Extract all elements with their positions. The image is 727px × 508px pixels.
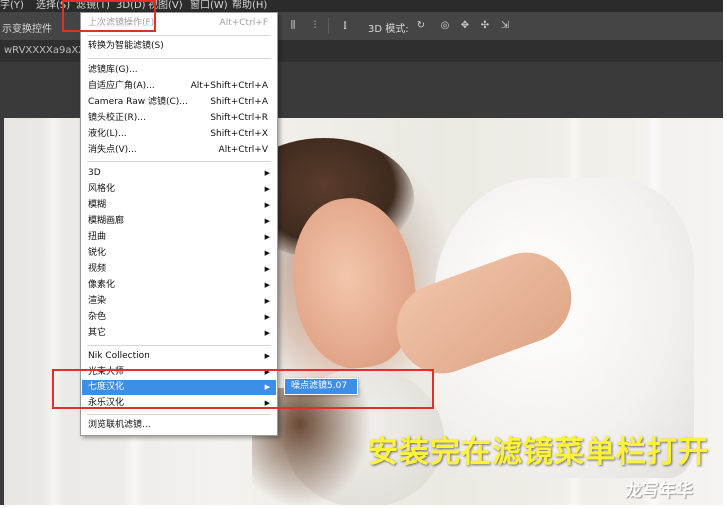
- menu-item-label: 消失点(V)...: [88, 145, 137, 155]
- menu-item-adaptive-wide-angle[interactable]: 自适应广角(A)... Alt+Shift+Ctrl+A: [82, 79, 276, 94]
- divider: [328, 18, 329, 34]
- menu-item-label: 浏览联机滤镜...: [88, 420, 151, 430]
- chevron-right-icon: ▶: [264, 313, 270, 321]
- menu-item-label: 其它: [88, 328, 107, 338]
- menu-item-shortcut: Shift+Ctrl+X: [210, 129, 268, 139]
- menu-item-liquify[interactable]: 液化(L)... Shift+Ctrl+X: [82, 127, 276, 142]
- show-transform-controls-label[interactable]: 示变换控件: [2, 20, 52, 35]
- menu-item-browse-online-filters[interactable]: 浏览联机滤镜...: [82, 418, 276, 433]
- menu-separator: [87, 414, 271, 415]
- distribute-icon[interactable]: ⫶: [310, 21, 320, 31]
- menu-item-nik-collection[interactable]: Nik Collection ▶: [82, 349, 276, 364]
- chevron-right-icon: ▶: [264, 352, 270, 360]
- menu-item-label: 视频: [88, 264, 107, 274]
- 3d-slide-icon[interactable]: ✣: [480, 21, 490, 31]
- menu-item-shortcut: Alt+Ctrl+F: [219, 18, 268, 28]
- menu-item-shortcut: Alt+Shift+Ctrl+A: [190, 81, 268, 91]
- 3d-scale-icon[interactable]: ⇲: [500, 21, 510, 31]
- 3d-mode-label: 3D 模式:: [368, 24, 409, 35]
- menu-item-video[interactable]: 视频 ▶: [82, 262, 276, 277]
- menu-item-shortcut: Shift+Ctrl+A: [210, 97, 268, 107]
- annotation-box-filter-menu: [62, 0, 156, 32]
- 3d-roll-icon[interactable]: ◎: [440, 21, 450, 31]
- menu-item-shortcut: Alt+Ctrl+V: [218, 145, 268, 155]
- annotation-box-plugin: [52, 369, 434, 409]
- menu-separator: [87, 345, 271, 346]
- menu-item-distort[interactable]: 扭曲 ▶: [82, 230, 276, 245]
- menu-item-convert-smart-filter[interactable]: 转换为智能滤镜(S): [82, 39, 276, 54]
- chevron-right-icon: ▶: [264, 233, 270, 241]
- menu-item-label: 滤镜库(G)...: [88, 65, 138, 75]
- photoshop-window: 字(Y) 选择(S) 滤镜(T) 3D(D) 视图(V) 窗口(W) 帮助(H)…: [0, 0, 723, 505]
- menu-item-camera-raw[interactable]: Camera Raw 滤镜(C)... Shift+Ctrl+A: [82, 95, 276, 110]
- watermark-text: 龙写年华: [625, 481, 693, 501]
- distribute-vertical-icon[interactable]: ⫾: [340, 21, 350, 31]
- 3d-rotate-icon[interactable]: ↻: [416, 21, 426, 31]
- menu-item-label: 渲染: [88, 296, 107, 306]
- align-icon[interactable]: ⫼: [288, 21, 298, 31]
- menu-item-render[interactable]: 渲染 ▶: [82, 294, 276, 309]
- menu-item-blur[interactable]: 模糊 ▶: [82, 198, 276, 213]
- menu-item-shortcut: Shift+Ctrl+R: [210, 113, 268, 123]
- chevron-right-icon: ▶: [264, 185, 270, 193]
- menu-item-label: 模糊: [88, 200, 107, 210]
- menu-item-label: 杂色: [88, 312, 107, 322]
- menu-help[interactable]: 帮助(H): [232, 0, 267, 12]
- chevron-right-icon: ▶: [264, 169, 270, 177]
- menu-separator: [87, 161, 271, 162]
- menu-item-sharpen[interactable]: 锐化 ▶: [82, 246, 276, 261]
- chevron-right-icon: ▶: [264, 281, 270, 289]
- chevron-right-icon: ▶: [264, 217, 270, 225]
- menu-item-noise[interactable]: 杂色 ▶: [82, 310, 276, 325]
- menu-item-label: 3D: [88, 168, 101, 178]
- chevron-right-icon: ▶: [264, 297, 270, 305]
- menu-item-label: 锐化: [88, 248, 107, 258]
- menu-item-label: 转换为智能滤镜(S): [88, 41, 164, 51]
- chevron-right-icon: ▶: [264, 249, 270, 257]
- menu-separator: [87, 35, 271, 36]
- chevron-right-icon: ▶: [264, 201, 270, 209]
- 3d-drag-icon[interactable]: ✥: [460, 21, 470, 31]
- menu-item-label: 风格化: [88, 184, 116, 194]
- menu-item-label: 镜头校正(R)...: [88, 113, 146, 123]
- menu-item-lens-correction[interactable]: 镜头校正(R)... Shift+Ctrl+R: [82, 111, 276, 126]
- menu-separator: [87, 58, 271, 59]
- menu-item-vanishing-point[interactable]: 消失点(V)... Alt+Ctrl+V: [82, 143, 276, 158]
- menu-item-stylize[interactable]: 风格化 ▶: [82, 182, 276, 197]
- menu-item-label: 模糊画廊: [88, 216, 125, 226]
- menu-type[interactable]: 字(Y): [0, 0, 24, 12]
- chevron-right-icon: ▶: [264, 329, 270, 337]
- menu-item-label: 自适应广角(A)...: [88, 81, 155, 91]
- menu-item-label: 像素化: [88, 280, 116, 290]
- document-tab[interactable]: wRVXXXXa9aXX: [4, 45, 85, 56]
- menu-item-blur-gallery[interactable]: 模糊画廊 ▶: [82, 214, 276, 229]
- chevron-right-icon: ▶: [264, 265, 270, 273]
- curtain-highlight: [44, 118, 64, 505]
- menu-item-other[interactable]: 其它 ▶: [82, 326, 276, 341]
- menu-item-label: 扭曲: [88, 232, 107, 242]
- menu-item-label: Camera Raw 滤镜(C)...: [88, 97, 188, 107]
- menu-item-label: Nik Collection: [88, 351, 150, 361]
- menu-item-pixelate[interactable]: 像素化 ▶: [82, 278, 276, 293]
- menu-window[interactable]: 窗口(W): [190, 0, 228, 12]
- menu-item-label: 液化(L)...: [88, 129, 127, 139]
- menu-item-filter-gallery[interactable]: 滤镜库(G)...: [82, 63, 276, 78]
- caption-text: 安装完在滤镜菜单栏打开: [368, 435, 709, 470]
- menu-item-3d[interactable]: 3D ▶: [82, 166, 276, 181]
